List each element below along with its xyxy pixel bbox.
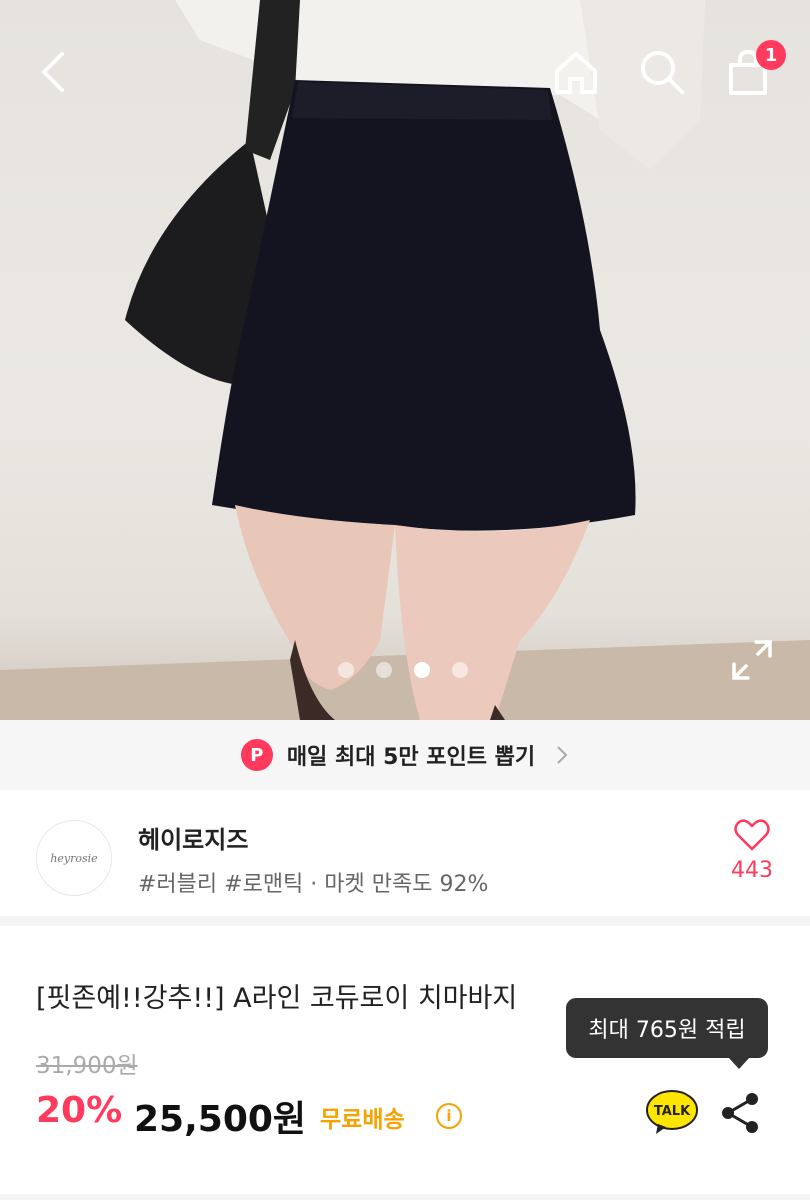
back-button[interactable] bbox=[22, 42, 82, 102]
carousel-dot-active[interactable] bbox=[414, 662, 430, 678]
cart-count-badge: 1 bbox=[756, 40, 786, 70]
tooltip-arrow bbox=[728, 1057, 750, 1069]
product-photo bbox=[0, 0, 810, 720]
home-icon bbox=[555, 52, 597, 94]
discount-rate: 20% bbox=[36, 1090, 123, 1131]
reward-tooltip: 최대 765원 적립 bbox=[566, 998, 768, 1058]
section-divider bbox=[0, 1194, 810, 1200]
carousel-dot[interactable] bbox=[376, 662, 392, 678]
sale-price: 25,500원 bbox=[134, 1099, 307, 1140]
product-image-carousel[interactable]: 1 bbox=[0, 0, 810, 720]
like-button[interactable]: 443 bbox=[722, 818, 782, 883]
carousel-dot[interactable] bbox=[338, 662, 354, 678]
home-button[interactable] bbox=[546, 42, 606, 102]
shop-info-row[interactable]: heyrosie 헤이로지즈 #러블리 #로맨틱 · 마켓 만족도 92% 44… bbox=[0, 790, 810, 926]
chevron-right-icon bbox=[557, 746, 568, 764]
kakao-talk-share-button[interactable]: TALK bbox=[646, 1090, 698, 1136]
point-badge-icon: P bbox=[240, 739, 273, 771]
shop-logo-text: heyrosie bbox=[50, 851, 98, 865]
shop-tags: #러블리 #로맨틱 · 마켓 만족도 92% bbox=[138, 872, 489, 897]
like-count: 443 bbox=[731, 858, 773, 883]
share-icon[interactable] bbox=[718, 1090, 762, 1136]
product-title: [핏존예!!강추!!] A라인 코듀로이 치마바지 bbox=[36, 983, 518, 1014]
expand-icon[interactable] bbox=[730, 638, 774, 682]
shop-logo[interactable]: heyrosie bbox=[36, 820, 112, 896]
chevron-left-icon bbox=[42, 52, 64, 92]
search-button[interactable] bbox=[632, 42, 692, 102]
carousel-indicator bbox=[338, 662, 468, 678]
kakao-talk-label: TALK bbox=[654, 1104, 691, 1119]
info-icon[interactable]: i bbox=[436, 1103, 462, 1129]
free-shipping-label: 무료배송 bbox=[320, 1107, 405, 1133]
heart-icon bbox=[734, 819, 770, 851]
point-banner-text: 매일 최대 5만 포인트 뽑기 bbox=[286, 745, 536, 770]
carousel-dot[interactable] bbox=[452, 662, 468, 678]
point-event-banner[interactable]: P 매일 최대 5만 포인트 뽑기 bbox=[0, 720, 810, 790]
shop-name[interactable]: 헤이로지즈 bbox=[138, 820, 248, 855]
search-icon bbox=[641, 51, 684, 94]
original-price: 31,900원 bbox=[36, 1053, 138, 1079]
